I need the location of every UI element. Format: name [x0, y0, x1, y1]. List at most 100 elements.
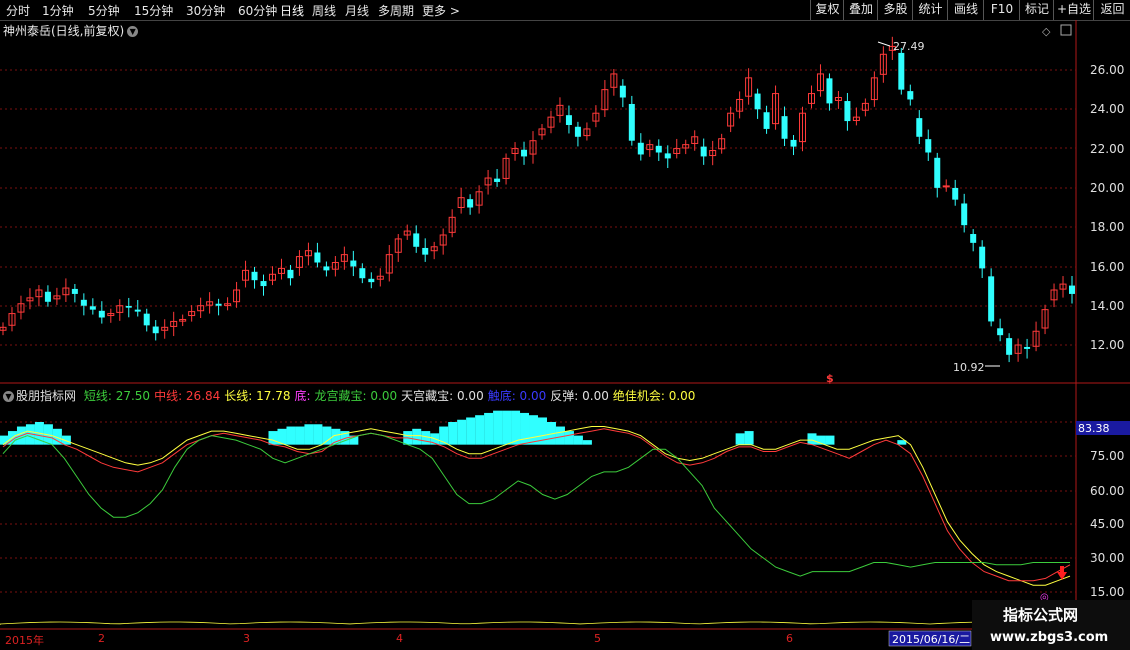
candle-body: [1006, 338, 1013, 355]
histogram-bar: [825, 435, 835, 445]
histogram-bar: [322, 426, 332, 445]
price-tick: 20.00: [1090, 181, 1125, 195]
low-label: 10.92: [953, 361, 985, 374]
candle-body: [988, 276, 995, 322]
candle-body: [359, 268, 366, 279]
stock-chart[interactable]: 27.49 10.92 $ ◇ 83.38 ◎ 2015/06/16/二 指标公…: [0, 0, 1130, 650]
candle-body: [467, 199, 474, 208]
histogram-bar: [421, 431, 431, 445]
indicator-name[interactable]: 股朋指标网: [16, 389, 76, 403]
candle-body: [287, 269, 294, 279]
histogram-bar: [313, 424, 323, 445]
price-grid: [0, 69, 1076, 346]
histogram-bar: [744, 431, 754, 445]
candle-body: [637, 142, 644, 155]
candle-body: [916, 118, 923, 137]
histogram-bar: [466, 417, 476, 445]
candle-body: [942, 185, 950, 188]
high-label: 27.49: [893, 40, 925, 53]
chevron-down-icon[interactable]: ▼: [3, 391, 14, 402]
price-tick: 14.00: [1090, 299, 1125, 313]
watermark-url: www.zbgs3.com: [990, 630, 1108, 645]
histogram-bar: [493, 410, 503, 445]
indicator-value: 底:: [294, 389, 311, 403]
candle-body: [494, 178, 501, 182]
candle-body: [628, 103, 635, 141]
candle-body: [970, 234, 977, 243]
histogram-bar: [573, 435, 583, 445]
histogram-bar: [304, 424, 314, 445]
price-tick: 24.00: [1090, 102, 1125, 116]
candle-body: [350, 260, 357, 267]
candle-body: [574, 126, 581, 137]
candle-body: [89, 306, 96, 310]
indicator-value: 天宫藏宝: 0.00: [401, 389, 484, 403]
window-icon: [1060, 24, 1072, 36]
candle-body: [134, 309, 141, 312]
candle-body: [790, 139, 797, 147]
candle-body: [368, 278, 375, 283]
price-tick: 26.00: [1090, 63, 1125, 77]
histogram-bar: [475, 415, 485, 445]
indicator-value: 龙宫藏宝: 0.00: [314, 389, 398, 403]
candle-body: [260, 281, 267, 287]
x-tick: 5: [594, 632, 601, 645]
candle-body: [664, 153, 671, 159]
indicator-value: 短线: 27.50: [83, 389, 151, 403]
candle-body: [143, 313, 150, 326]
price-tick: 12.00: [1090, 338, 1125, 352]
candle-body: [215, 303, 222, 306]
signal-marker: $: [826, 372, 834, 385]
candle-body: [934, 157, 941, 188]
histogram-bar: [457, 419, 467, 445]
candle-body: [961, 203, 968, 226]
candle-body: [979, 246, 986, 269]
candle-body: [898, 52, 905, 90]
candle-body: [98, 310, 105, 318]
indicator-value: 中线: 26.84: [154, 389, 221, 403]
indicator-value: 绝佳机会: 0.00: [612, 389, 696, 403]
indicator-value: 长线: 17.78: [224, 389, 291, 403]
candle-body: [323, 266, 330, 271]
candle-body: [422, 247, 429, 255]
indicator-tick: 60.00: [1090, 484, 1125, 498]
indicator-tick: 30.00: [1090, 551, 1125, 565]
wave-line: [0, 621, 1071, 625]
candle-body: [125, 306, 132, 308]
x-tick: 2: [98, 632, 105, 645]
x-tick: 3: [243, 632, 250, 645]
long-line: [2, 426, 1071, 586]
candle-body: [1069, 285, 1075, 294]
candle-body: [521, 149, 528, 157]
indicator-lines: [2, 426, 1071, 586]
price-tick: 18.00: [1090, 220, 1125, 234]
candle-body: [314, 252, 321, 263]
candle-body: [826, 78, 833, 104]
candle-body: [754, 93, 761, 110]
candle-body: [565, 115, 572, 125]
histogram-bar: [555, 426, 565, 445]
histogram-bar: [582, 440, 592, 445]
diamond-icon: ◇: [1042, 25, 1051, 38]
x-tick: 6: [786, 632, 793, 645]
candle-body: [907, 91, 914, 100]
candle-body: [781, 116, 788, 139]
x-tick: 4: [396, 632, 403, 645]
candle-body: [925, 139, 932, 153]
candle-body: [80, 299, 87, 306]
candle-body: [844, 101, 851, 122]
histogram-bar: [295, 426, 305, 445]
price-tick: 22.00: [1090, 142, 1125, 156]
current-value: 83.38: [1078, 422, 1110, 435]
indicator-bars: [0, 410, 907, 445]
candle-body: [152, 326, 159, 334]
candle-body: [1024, 346, 1031, 349]
indicator-legend: ▼ 股朋指标网 短线: 27.50 中线: 26.84 长线: 17.78 底: 龙宫藏宝…: [3, 387, 703, 404]
bottom-wave: [0, 621, 1071, 625]
candle-body: [997, 328, 1004, 336]
price-tick: 16.00: [1090, 260, 1125, 274]
histogram-bar: [286, 426, 296, 445]
histogram-bar: [807, 433, 817, 445]
candle-body: [952, 187, 959, 200]
histogram-bar: [735, 433, 745, 445]
